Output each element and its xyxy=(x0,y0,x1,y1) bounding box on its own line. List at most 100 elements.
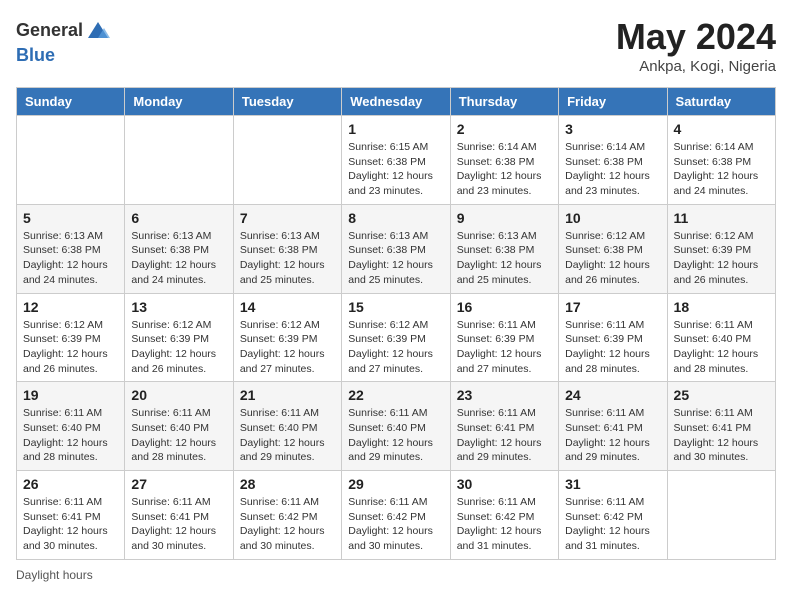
calendar-day-cell: 7Sunrise: 6:13 AM Sunset: 6:38 PM Daylig… xyxy=(233,204,341,293)
daylight-label: Daylight hours xyxy=(16,568,93,582)
logo-blue: Blue xyxy=(16,45,55,65)
calendar-body: 1Sunrise: 6:15 AM Sunset: 6:38 PM Daylig… xyxy=(17,116,776,560)
calendar-day-cell: 14 Sunrise: 6:12 AM Sunset: 6:39 PM Dayli… xyxy=(233,293,341,382)
calendar-day-cell: 21 Sunrise: 6:11 AM Sunset: 6:40 PM Dayli… xyxy=(233,382,341,471)
calendar-day-cell: 30Sunrise: 6:11 AM Sunset: 6:42 PM Dayli… xyxy=(450,471,558,560)
day-number: 8 xyxy=(348,210,443,226)
calendar-day-cell: 17 Sunrise: 6:11 AM Sunset: 6:39 PM Dayli… xyxy=(559,293,667,382)
footer-note: Daylight hours xyxy=(16,568,776,582)
day-info: Sunrise: 6:11 AM Sunset: 6:41 PM Dayligh… xyxy=(23,495,118,554)
day-info: Sunrise: 6:11 AM Sunset: 6:42 PM Dayligh… xyxy=(348,495,443,554)
day-number: 27 xyxy=(131,476,226,492)
day-number: 9 xyxy=(457,210,552,226)
day-number: 31 xyxy=(565,476,660,492)
day-info: Sunrise: 6:14 AM Sunset: 6:38 PM Dayligh… xyxy=(565,140,660,199)
day-number: 29 xyxy=(348,476,443,492)
day-number: 24 xyxy=(565,387,660,403)
day-number: 6 xyxy=(131,210,226,226)
calendar-day-cell: 11 Sunrise: 6:12 AM Sunset: 6:39 PM Dayli… xyxy=(667,204,775,293)
day-number: 26 xyxy=(23,476,118,492)
calendar-day-cell: 27 Sunrise: 6:11 AM Sunset: 6:41 PM Dayli… xyxy=(125,471,233,560)
day-info: Sunrise: 6:11 AM Sunset: 6:39 PM Dayligh… xyxy=(565,318,660,377)
day-info: Sunrise: 6:11 AM Sunset: 6:42 PM Dayligh… xyxy=(457,495,552,554)
day-number: 14 xyxy=(240,299,335,315)
day-number: 3 xyxy=(565,121,660,137)
calendar-day-cell: 22 Sunrise: 6:11 AM Sunset: 6:40 PM Dayli… xyxy=(342,382,450,471)
calendar-day-cell: 15 Sunrise: 6:12 AM Sunset: 6:39 PM Dayli… xyxy=(342,293,450,382)
day-info: Sunrise: 6:12 AM Sunset: 6:39 PM Dayligh… xyxy=(240,318,335,377)
day-number: 13 xyxy=(131,299,226,315)
calendar-day-cell: 4Sunrise: 6:14 AM Sunset: 6:38 PM Daylig… xyxy=(667,116,775,205)
day-info: Sunrise: 6:13 AM Sunset: 6:38 PM Dayligh… xyxy=(457,229,552,288)
calendar-day-cell xyxy=(667,471,775,560)
day-number: 25 xyxy=(674,387,769,403)
calendar-day-cell: 12 Sunrise: 6:12 AM Sunset: 6:39 PM Dayli… xyxy=(17,293,125,382)
weekday-header-cell: Friday xyxy=(559,88,667,116)
day-number: 18 xyxy=(674,299,769,315)
day-info: Sunrise: 6:11 AM Sunset: 6:40 PM Dayligh… xyxy=(348,406,443,465)
day-info: Sunrise: 6:11 AM Sunset: 6:41 PM Dayligh… xyxy=(457,406,552,465)
day-number: 22 xyxy=(348,387,443,403)
calendar-week-row: 26 Sunrise: 6:11 AM Sunset: 6:41 PM Dayli… xyxy=(17,471,776,560)
calendar-day-cell: 25Sunrise: 6:11 AM Sunset: 6:41 PM Dayli… xyxy=(667,382,775,471)
day-number: 23 xyxy=(457,387,552,403)
day-info: Sunrise: 6:13 AM Sunset: 6:38 PM Dayligh… xyxy=(23,229,118,288)
calendar-day-cell: 2 Sunrise: 6:14 AM Sunset: 6:38 PM Daylig… xyxy=(450,116,558,205)
calendar-day-cell: 29 Sunrise: 6:11 AM Sunset: 6:42 PM Dayli… xyxy=(342,471,450,560)
calendar-day-cell: 8Sunrise: 6:13 AM Sunset: 6:38 PM Daylig… xyxy=(342,204,450,293)
day-info: Sunrise: 6:11 AM Sunset: 6:39 PM Dayligh… xyxy=(457,318,552,377)
day-number: 10 xyxy=(565,210,660,226)
day-number: 17 xyxy=(565,299,660,315)
day-info: Sunrise: 6:11 AM Sunset: 6:40 PM Dayligh… xyxy=(23,406,118,465)
day-number: 7 xyxy=(240,210,335,226)
calendar-week-row: 12 Sunrise: 6:12 AM Sunset: 6:39 PM Dayli… xyxy=(17,293,776,382)
day-info: Sunrise: 6:11 AM Sunset: 6:40 PM Dayligh… xyxy=(240,406,335,465)
calendar-week-row: 19 Sunrise: 6:11 AM Sunset: 6:40 PM Dayli… xyxy=(17,382,776,471)
calendar-day-cell: 10 Sunrise: 6:12 AM Sunset: 6:38 PM Dayli… xyxy=(559,204,667,293)
calendar-day-cell: 28Sunrise: 6:11 AM Sunset: 6:42 PM Dayli… xyxy=(233,471,341,560)
day-info: Sunrise: 6:14 AM Sunset: 6:38 PM Dayligh… xyxy=(457,140,552,199)
weekday-header-cell: Tuesday xyxy=(233,88,341,116)
day-number: 2 xyxy=(457,121,552,137)
day-info: Sunrise: 6:12 AM Sunset: 6:39 PM Dayligh… xyxy=(348,318,443,377)
day-number: 11 xyxy=(674,210,769,226)
weekday-header-cell: Thursday xyxy=(450,88,558,116)
day-info: Sunrise: 6:11 AM Sunset: 6:41 PM Dayligh… xyxy=(565,406,660,465)
calendar-day-cell: 13Sunrise: 6:12 AM Sunset: 6:39 PM Dayli… xyxy=(125,293,233,382)
day-info: Sunrise: 6:13 AM Sunset: 6:38 PM Dayligh… xyxy=(131,229,226,288)
calendar-table: SundayMondayTuesdayWednesdayThursdayFrid… xyxy=(16,87,776,560)
day-info: Sunrise: 6:11 AM Sunset: 6:41 PM Dayligh… xyxy=(131,495,226,554)
calendar-day-cell: 1Sunrise: 6:15 AM Sunset: 6:38 PM Daylig… xyxy=(342,116,450,205)
title-block: May 2024 Ankpa, Kogi, Nigeria xyxy=(616,16,776,75)
location-title: Ankpa, Kogi, Nigeria xyxy=(616,58,776,75)
day-number: 21 xyxy=(240,387,335,403)
calendar-week-row: 5 Sunrise: 6:13 AM Sunset: 6:38 PM Daylig… xyxy=(17,204,776,293)
weekday-header-cell: Monday xyxy=(125,88,233,116)
day-info: Sunrise: 6:12 AM Sunset: 6:38 PM Dayligh… xyxy=(565,229,660,288)
day-number: 15 xyxy=(348,299,443,315)
day-number: 20 xyxy=(131,387,226,403)
weekday-header-cell: Wednesday xyxy=(342,88,450,116)
calendar-day-cell: 26 Sunrise: 6:11 AM Sunset: 6:41 PM Dayli… xyxy=(17,471,125,560)
day-number: 16 xyxy=(457,299,552,315)
day-number: 5 xyxy=(23,210,118,226)
calendar-header-row: SundayMondayTuesdayWednesdayThursdayFrid… xyxy=(17,88,776,116)
calendar-day-cell: 6 Sunrise: 6:13 AM Sunset: 6:38 PM Daylig… xyxy=(125,204,233,293)
day-info: Sunrise: 6:12 AM Sunset: 6:39 PM Dayligh… xyxy=(23,318,118,377)
calendar-day-cell: 16 Sunrise: 6:11 AM Sunset: 6:39 PM Dayli… xyxy=(450,293,558,382)
day-number: 12 xyxy=(23,299,118,315)
calendar-day-cell: 23 Sunrise: 6:11 AM Sunset: 6:41 PM Dayli… xyxy=(450,382,558,471)
calendar-day-cell xyxy=(125,116,233,205)
day-info: Sunrise: 6:11 AM Sunset: 6:40 PM Dayligh… xyxy=(131,406,226,465)
logo: General Blue xyxy=(16,16,112,66)
calendar-day-cell xyxy=(17,116,125,205)
weekday-header-cell: Sunday xyxy=(17,88,125,116)
calendar-day-cell: 31Sunrise: 6:11 AM Sunset: 6:42 PM Dayli… xyxy=(559,471,667,560)
day-number: 28 xyxy=(240,476,335,492)
calendar-day-cell: 9 Sunrise: 6:13 AM Sunset: 6:38 PM Daylig… xyxy=(450,204,558,293)
calendar-day-cell: 24 Sunrise: 6:11 AM Sunset: 6:41 PM Dayli… xyxy=(559,382,667,471)
day-number: 19 xyxy=(23,387,118,403)
calendar-day-cell: 3 Sunrise: 6:14 AM Sunset: 6:38 PM Daylig… xyxy=(559,116,667,205)
logo-text: General Blue xyxy=(16,16,112,66)
day-info: Sunrise: 6:12 AM Sunset: 6:39 PM Dayligh… xyxy=(674,229,769,288)
